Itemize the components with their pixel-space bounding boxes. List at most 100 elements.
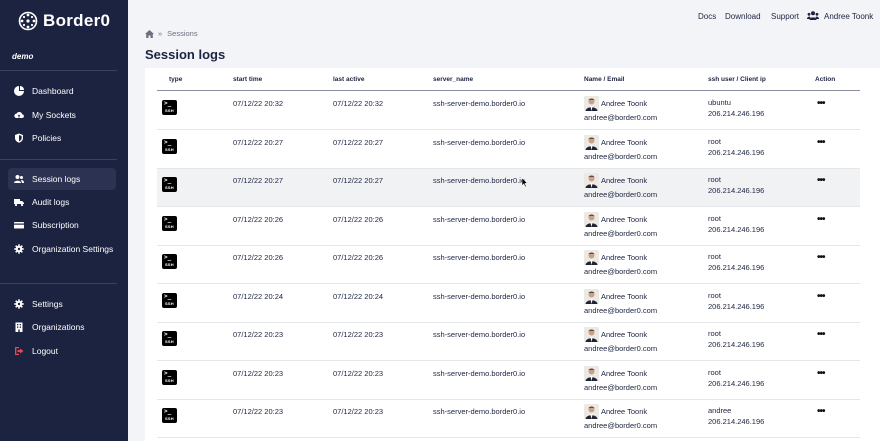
nav-settings[interactable]: Settings [8,293,116,315]
user-email: andree@border0.com [584,151,658,161]
user-display-name: Andree Toonk [601,214,648,224]
user-display-name: Andree Toonk [601,291,648,301]
column-header-name-email[interactable]: Name / Email [584,76,624,83]
terminal-icon: >_ SSH [162,100,177,115]
last-active: 07/12/22 20:26 [333,253,384,262]
nav-my-sockets[interactable]: My Sockets [8,104,116,126]
table-row[interactable]: >_ SSH 07/12/22 20:32 07/12/22 20:32 ssh-ser… [157,92,860,130]
nav-organizations[interactable]: Organizations [8,316,116,338]
table-row[interactable]: >_ SSH 07/12/22 20:23 07/12/22 20:23 ssh-ser… [157,400,860,438]
column-header-start-time[interactable]: start time [233,76,262,83]
support-link[interactable]: Support [771,12,799,21]
divider [0,70,117,71]
nav-policies[interactable]: Policies [8,127,116,149]
org-name[interactable]: demo [12,52,33,61]
ssh-user: root [708,136,721,146]
terminal-icon: >_ SSH [162,408,177,423]
nav-dashboard[interactable]: Dashboard [8,80,116,102]
nav-label: Settings [32,299,63,309]
logout-icon [14,346,24,356]
nav-label: My Sockets [32,110,76,120]
nav-label: Policies [32,133,62,143]
avatar [584,327,599,342]
more-actions-icon[interactable]: ••• [817,98,825,109]
user-menu[interactable]: Andree Toonk [807,11,873,22]
download-link[interactable]: Download [725,12,761,21]
client-ip: 206.214.246.196 [708,301,765,311]
avatar [584,365,599,381]
last-active: 07/12/22 20:23 [333,368,384,378]
pie-chart-icon [14,86,24,96]
table-row[interactable]: >_ SSH 07/12/22 20:24 07/12/22 20:24 ssh-ser… [157,285,860,323]
user-display-name: Andree Toonk [601,176,648,185]
table-row[interactable]: >_ SSH 07/12/22 20:26 07/12/22 20:26 ssh-ser… [157,246,860,284]
column-header-type[interactable]: type [169,76,182,83]
server-name: ssh-server-demo.border0.io [433,407,526,416]
server-name: ssh-server-demo.border0.io [433,99,526,108]
nav-label: Dashboard [32,86,74,96]
divider [0,159,117,160]
column-header-last-active[interactable]: last active [333,76,364,83]
nav-label: Organization Settings [32,244,114,254]
ssh-user: root [708,175,721,184]
start-time: 07/12/22 20:23 [233,407,284,416]
top-bar [128,0,880,30]
home-icon[interactable] [145,29,154,38]
terminal-icon: >_ SSH [162,292,177,308]
more-actions-icon[interactable]: ••• [817,214,825,225]
last-active: 07/12/22 20:32 [333,99,384,108]
more-actions-icon[interactable]: ••• [817,175,825,186]
more-actions-icon[interactable]: ••• [817,406,825,417]
gear-icon [14,244,24,254]
user-email: andree@border0.com [584,113,658,122]
table-row[interactable]: >_ SSH 07/12/22 20:27 07/12/22 20:27 ssh-ser… [157,131,860,169]
table-row[interactable]: >_ SSH 07/12/22 20:27 07/12/22 20:27 ssh-ser… [157,169,860,207]
table-row[interactable]: >_ SSH 07/12/22 20:23 07/12/22 20:23 ssh-ser… [157,323,860,361]
terminal-icon: >_ SSH [162,177,177,192]
client-ip: 206.214.246.196 [708,417,765,426]
gear-icon [14,299,24,309]
column-header-server-name[interactable]: server_name [433,76,473,83]
last-active: 07/12/22 20:27 [333,137,384,147]
server-name: ssh-server-demo.border0.io [433,253,526,262]
credit-card-icon [14,220,24,230]
header-divider [157,90,860,91]
docs-link[interactable]: Docs [698,12,716,21]
start-time: 07/12/22 20:26 [233,214,284,224]
server-name: ssh-server-demo.border0.io [433,137,526,147]
more-actions-icon[interactable]: ••• [817,368,825,379]
more-actions-icon[interactable]: ••• [817,137,825,148]
more-actions-icon[interactable]: ••• [817,291,825,302]
avatar [584,288,599,304]
truck-icon [14,197,24,207]
nav-subscription[interactable]: Subscription [8,214,116,236]
nav-organization-settings[interactable]: Organization Settings [8,238,116,260]
table-row[interactable]: >_ SSH 07/12/22 20:26 07/12/22 20:26 ssh-ser… [157,208,860,246]
brand-logo[interactable]: Border0 [18,11,110,31]
breadcrumb-current[interactable]: Sessions [167,29,197,38]
server-name: ssh-server-demo.border0.io [433,330,526,339]
nav-logout[interactable]: Logout [8,340,116,362]
start-time: 07/12/22 20:24 [233,291,284,301]
last-active: 07/12/22 20:27 [333,176,384,185]
ssh-user: ubuntu [708,98,731,107]
column-header-ssh-user-client-ip[interactable]: ssh user / Client ip [708,76,766,83]
nav-audit-logs[interactable]: Audit logs [8,191,116,213]
user-display-name: Andree Toonk [601,99,648,108]
avatar [584,96,599,111]
user-name: Andree Toonk [824,12,874,21]
nav-session-logs[interactable]: Session logs [8,168,116,190]
ssh-user: root [708,329,721,338]
table-row[interactable]: >_ SSH 07/12/22 20:23 07/12/22 20:23 ssh-ser… [157,362,860,400]
start-time: 07/12/22 20:23 [233,330,284,339]
avatar [584,134,599,150]
more-actions-icon[interactable]: ••• [817,252,825,263]
terminal-icon: >_ SSH [162,215,177,231]
mouse-cursor-icon [522,178,528,187]
client-ip: 206.214.246.196 [708,224,765,234]
more-actions-icon[interactable]: ••• [817,329,825,340]
start-time: 07/12/22 20:32 [233,99,284,108]
breadcrumb-separator: » [158,29,163,38]
client-ip: 206.214.246.196 [708,109,765,118]
client-ip: 206.214.246.196 [708,378,765,388]
